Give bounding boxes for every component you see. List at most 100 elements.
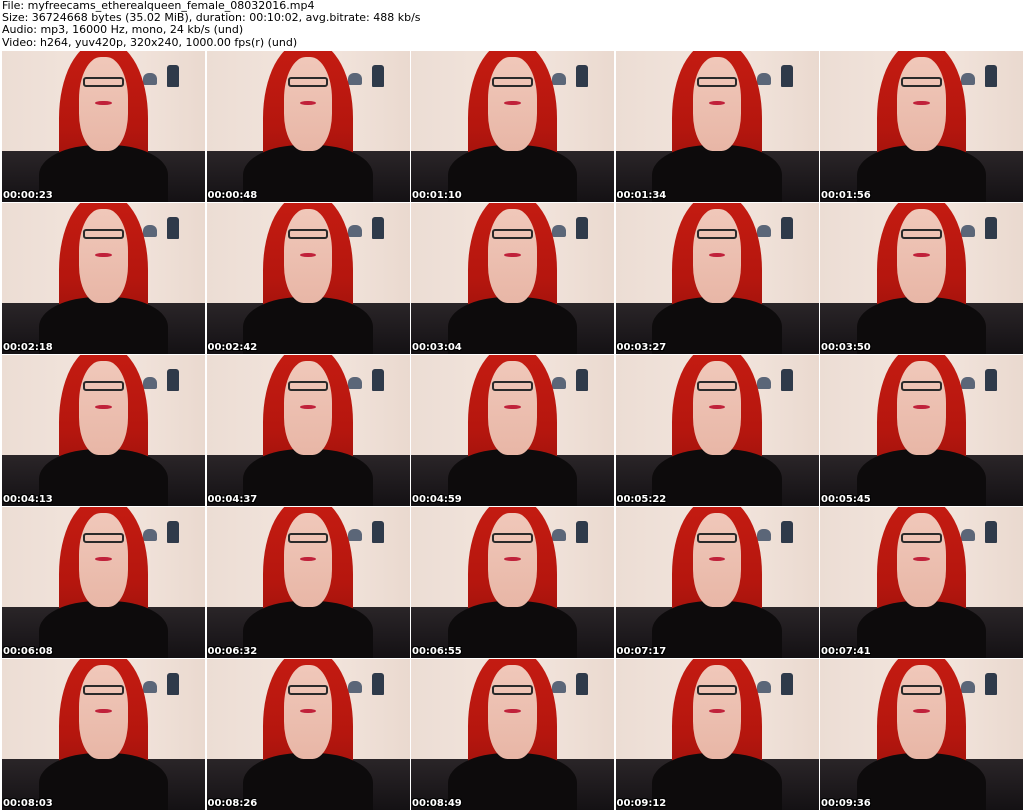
black-top bbox=[447, 448, 578, 506]
frame-timestamp: 00:06:55 bbox=[412, 646, 462, 657]
shelf-ornament bbox=[756, 377, 771, 389]
shelf-bottle bbox=[985, 65, 997, 87]
shelf-ornament bbox=[552, 225, 566, 237]
black-top bbox=[243, 600, 373, 658]
shelf-bottle bbox=[576, 65, 588, 87]
shelf-bottle bbox=[985, 521, 997, 543]
shelf-bottle bbox=[985, 673, 997, 695]
shelf-bottle bbox=[576, 673, 588, 695]
glasses-icon bbox=[492, 684, 533, 696]
frame-timestamp: 00:00:48 bbox=[207, 190, 258, 201]
glasses-icon bbox=[696, 684, 738, 696]
frame-timestamp: 00:08:49 bbox=[412, 798, 462, 809]
video-frame-thumbnail: 00:00:48 bbox=[206, 51, 410, 202]
video-frame-thumbnail: 00:09:36 bbox=[820, 659, 1023, 810]
frame-timestamp: 00:00:23 bbox=[3, 190, 53, 201]
black-top bbox=[856, 296, 987, 354]
shelf-bottle bbox=[985, 217, 997, 239]
video-frame-thumbnail: 00:08:49 bbox=[411, 659, 614, 810]
black-top bbox=[243, 752, 373, 810]
frame-timestamp: 00:06:32 bbox=[207, 646, 258, 657]
frame-timestamp: 00:02:42 bbox=[207, 342, 258, 353]
frame-timestamp: 00:09:36 bbox=[821, 798, 871, 809]
frame-timestamp: 00:07:41 bbox=[821, 646, 871, 657]
video-frame-thumbnail: 00:03:27 bbox=[615, 203, 819, 354]
shelf-bottle bbox=[371, 217, 384, 239]
glasses-icon bbox=[901, 380, 942, 392]
black-top bbox=[856, 752, 987, 810]
thumbnail-grid: 00:00:23 00:00:48 00:01:10 00:01:34 00:01:56… bbox=[2, 51, 1024, 811]
video-frame-thumbnail: 00:07:17 bbox=[615, 507, 819, 658]
shelf-bottle bbox=[371, 673, 384, 695]
frame-timestamp: 00:08:03 bbox=[3, 798, 53, 809]
frame-timestamp: 00:01:34 bbox=[616, 190, 667, 201]
shelf-ornament bbox=[552, 681, 566, 693]
shelf-ornament bbox=[143, 225, 157, 237]
shelf-ornament bbox=[347, 681, 362, 693]
video-frame-thumbnail: 00:02:18 bbox=[2, 203, 205, 354]
video-frame-thumbnail: 00:04:59 bbox=[411, 355, 614, 506]
shelf-ornament bbox=[347, 73, 362, 85]
glasses-icon bbox=[287, 532, 329, 544]
shelf-bottle bbox=[780, 521, 793, 543]
file-info-header: File: myfreecams_etherealqueen_female_08… bbox=[2, 0, 1020, 50]
frame-timestamp: 00:04:37 bbox=[207, 494, 258, 505]
video-frame-thumbnail: 00:08:26 bbox=[206, 659, 410, 810]
glasses-icon bbox=[287, 380, 329, 392]
glasses-icon bbox=[492, 228, 533, 240]
black-top bbox=[652, 144, 782, 202]
shelf-bottle bbox=[780, 369, 793, 391]
shelf-bottle bbox=[780, 217, 793, 239]
video-frame-thumbnail: 00:04:37 bbox=[206, 355, 410, 506]
shelf-ornament bbox=[961, 225, 975, 237]
video-frame-thumbnail: 00:09:12 bbox=[615, 659, 819, 810]
black-top bbox=[447, 296, 578, 354]
shelf-bottle bbox=[371, 521, 384, 543]
video-frame-thumbnail: 00:01:10 bbox=[411, 51, 614, 202]
video-frame-thumbnail: 00:02:42 bbox=[206, 203, 410, 354]
glasses-icon bbox=[696, 532, 738, 544]
glasses-icon bbox=[83, 684, 124, 696]
video-frame-thumbnail: 00:05:22 bbox=[615, 355, 819, 506]
black-top bbox=[447, 600, 578, 658]
black-top bbox=[243, 296, 373, 354]
frame-timestamp: 00:04:59 bbox=[412, 494, 462, 505]
shelf-ornament bbox=[961, 681, 975, 693]
black-top bbox=[38, 296, 169, 354]
black-top bbox=[652, 600, 782, 658]
shelf-bottle bbox=[371, 369, 384, 391]
shelf-bottle bbox=[576, 217, 588, 239]
video-info-line: Video: h264, yuv420p, 320x240, 1000.00 f… bbox=[2, 35, 298, 49]
black-top bbox=[447, 144, 578, 202]
black-top bbox=[856, 144, 987, 202]
glasses-icon bbox=[901, 684, 942, 696]
frame-timestamp: 00:07:17 bbox=[616, 646, 667, 657]
video-frame-thumbnail: 00:06:08 bbox=[2, 507, 205, 658]
video-frame-thumbnail: 00:06:32 bbox=[206, 507, 410, 658]
frame-timestamp: 00:05:45 bbox=[821, 494, 871, 505]
shelf-bottle bbox=[167, 673, 179, 695]
black-top bbox=[652, 448, 782, 506]
shelf-bottle bbox=[167, 65, 179, 87]
glasses-icon bbox=[287, 76, 329, 88]
black-top bbox=[652, 752, 782, 810]
glasses-icon bbox=[696, 228, 738, 240]
black-top bbox=[447, 752, 578, 810]
glasses-icon bbox=[287, 684, 329, 696]
video-frame-thumbnail: 00:03:50 bbox=[820, 203, 1023, 354]
black-top bbox=[38, 144, 169, 202]
shelf-bottle bbox=[576, 369, 588, 391]
glasses-icon bbox=[901, 228, 942, 240]
shelf-bottle bbox=[167, 521, 179, 543]
shelf-bottle bbox=[780, 65, 793, 87]
video-frame-thumbnail: 00:04:13 bbox=[2, 355, 205, 506]
video-frame-thumbnail: 00:05:45 bbox=[820, 355, 1023, 506]
black-top bbox=[652, 296, 782, 354]
glasses-icon bbox=[83, 76, 124, 88]
shelf-ornament bbox=[143, 529, 157, 541]
video-frame-thumbnail: 00:06:55 bbox=[411, 507, 614, 658]
shelf-ornament bbox=[347, 529, 362, 541]
shelf-ornament bbox=[756, 529, 771, 541]
black-top bbox=[856, 448, 987, 506]
shelf-ornament bbox=[552, 377, 566, 389]
